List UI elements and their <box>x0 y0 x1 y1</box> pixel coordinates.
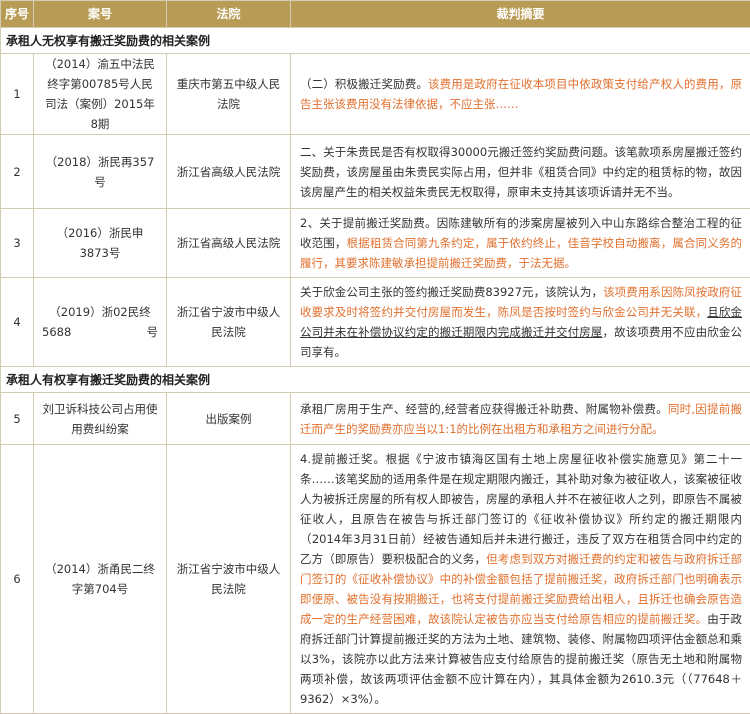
summary-segment: 4.提前搬迁奖。根据《宁波市镇海区国有土地上房屋征收补偿实施意见》第二十一条……… <box>300 452 742 566</box>
summary-text: 关于欣金公司主张的签约搬迁奖励费83927元，该院认为，该项费用系因陈凤按政府征… <box>291 278 750 367</box>
row-number: 5 <box>1 393 34 445</box>
section-header-row: 承租人有权享有搬迁奖励费的相关案例 <box>1 367 750 393</box>
header-case-no: 案号 <box>34 1 167 28</box>
row-number: 3 <box>1 209 34 278</box>
court-name: 浙江省宁波市中级人民法院 <box>167 278 291 367</box>
header-court: 法院 <box>167 1 291 28</box>
summary-text: 承租厂房用于生产、经营的,经营者应获得搬迁补助费、附属物补偿费。同时,因提前搬迁… <box>291 393 750 445</box>
case-number: （2018）浙民再357号 <box>34 135 167 209</box>
case-number: （2019）浙02民终5688号 <box>34 278 167 367</box>
table-row: 2 （2018）浙民再357号 浙江省高级人民法院 二、关于朱贵民是否有权取得3… <box>1 135 750 209</box>
summary-segment: （二）积极搬迁奖励费。 <box>300 77 428 91</box>
case-number: （2014）浙甬民二终字第704号 <box>34 445 167 714</box>
row-number: 2 <box>1 135 34 209</box>
row-number: 4 <box>1 278 34 367</box>
table-row: 1 （2014）渝五中法民终字第00785号人民司法（案例）2015年8期 重庆… <box>1 54 750 135</box>
summary-text: 2、关于提前搬迁奖励费。因陈建敏所有的涉案房屋被列入中山东路综合整治工程的征收范… <box>291 209 750 278</box>
court-name: 浙江省高级人民法院 <box>167 135 291 209</box>
summary-segment: 由于政府拆迁部门计算提前搬迁奖的方法为土地、建筑物、装修、附属物四项评估金额总和… <box>300 612 742 706</box>
header-no: 序号 <box>1 1 34 28</box>
court-name: 出版案例 <box>167 393 291 445</box>
summary-text: （二）积极搬迁奖励费。该费用是政府在征收本项目中依政策支付给产权人的费用，原告主… <box>291 54 750 135</box>
table-row: 6 （2014）浙甬民二终字第704号 浙江省宁波市中级人民法院 4.提前搬迁奖… <box>1 445 750 714</box>
court-name: 浙江省高级人民法院 <box>167 209 291 278</box>
case-number: 刘卫诉科技公司占用使用费纠纷案 <box>34 393 167 445</box>
summary-segment: 二、关于朱贵民是否有权取得30000元搬迁签约奖励费问题。该笔款项系房屋搬迁签约… <box>300 145 742 199</box>
summary-text: 4.提前搬迁奖。根据《宁波市镇海区国有土地上房屋征收补偿实施意见》第二十一条……… <box>291 445 750 714</box>
summary-segment: 关于欣金公司主张的签约搬迁奖励费83927元，该院认为， <box>300 285 603 299</box>
section-title: 承租人有权享有搬迁奖励费的相关案例 <box>1 367 750 393</box>
row-number: 6 <box>1 445 34 714</box>
court-name: 重庆市第五中级人民法院 <box>167 54 291 135</box>
summary-segment: 承租厂房用于生产、经营的,经营者应获得搬迁补助费、附属物补偿费。 <box>300 402 668 416</box>
row-number: 1 <box>1 54 34 135</box>
table-row: 4 （2019）浙02民终5688号 浙江省宁波市中级人民法院 关于欣金公司主张… <box>1 278 750 367</box>
case-number: （2016）浙民申3873号 <box>34 209 167 278</box>
summary-text: 二、关于朱贵民是否有权取得30000元搬迁签约奖励费问题。该笔款项系房屋搬迁签约… <box>291 135 750 209</box>
case-table: 序号 案号 法院 裁判摘要 承租人无权享有搬迁奖励费的相关案例 1 （2014）… <box>0 0 750 714</box>
table-row: 3 （2016）浙民申3873号 浙江省高级人民法院 2、关于提前搬迁奖励费。因… <box>1 209 750 278</box>
section-header-row: 承租人无权享有搬迁奖励费的相关案例 <box>1 28 750 54</box>
table-header-row: 序号 案号 法院 裁判摘要 <box>1 1 750 28</box>
section-title: 承租人无权享有搬迁奖励费的相关案例 <box>1 28 750 54</box>
case-number: （2014）渝五中法民终字第00785号人民司法（案例）2015年8期 <box>34 54 167 135</box>
summary-segment: 根据租赁合同第九条约定，属于依约终止，佳音学校自动搬离，属合同义务的履行，其要求… <box>300 236 742 270</box>
table-row: 5 刘卫诉科技公司占用使用费纠纷案 出版案例 承租厂房用于生产、经营的,经营者应… <box>1 393 750 445</box>
court-name: 浙江省宁波市中级人民法院 <box>167 445 291 714</box>
header-summary: 裁判摘要 <box>291 1 750 28</box>
